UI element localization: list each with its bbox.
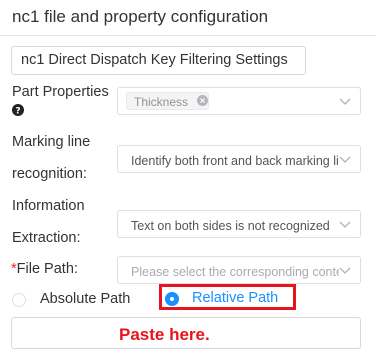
information-extraction-value: Text on both sides is not recognized <box>131 219 330 233</box>
marking-line-label-cont: recognition: <box>12 166 87 182</box>
file-path-label-text: File Path: <box>16 261 78 277</box>
file-path-placeholder: Please select the corresponding content <box>131 265 339 279</box>
thickness-tag: Thickness <box>126 92 209 110</box>
chevron-down-icon <box>339 221 351 228</box>
marking-line-value: Identify both front and back marking lin… <box>131 154 339 168</box>
part-properties-label: Part Properties <box>12 84 109 100</box>
marking-line-label: Marking line <box>12 134 91 150</box>
information-extraction-label-cont: Extraction: <box>12 230 81 246</box>
information-extraction-select[interactable]: Text on both sides is not recognized <box>117 210 361 238</box>
property-config-panel: nc1 file and property configuration nc1 … <box>0 0 376 357</box>
file-path-label: *File Path: <box>11 261 78 277</box>
absolute-path-radio[interactable] <box>12 293 26 307</box>
chevron-down-icon <box>339 98 351 105</box>
question-circle-icon[interactable]: ? <box>12 104 24 116</box>
config-name-input[interactable]: nc1 Direct Dispatch Key Filtering Settin… <box>11 46 306 75</box>
tag-label: Thickness <box>134 95 189 109</box>
paste-here-annotation: Paste here. <box>119 325 210 344</box>
panel-header: nc1 file and property configuration <box>0 0 376 36</box>
file-path-select[interactable]: Please select the corresponding content <box>117 256 361 284</box>
tag-close-icon[interactable] <box>197 95 208 106</box>
information-extraction-label: Information <box>12 198 85 214</box>
highlight-annotation-box <box>159 284 296 310</box>
absolute-path-label[interactable]: Absolute Path <box>40 291 130 307</box>
chevron-down-icon <box>339 267 351 274</box>
marking-line-select[interactable]: Identify both front and back marking lin… <box>117 145 361 173</box>
chevron-down-icon <box>339 156 351 163</box>
svg-text:?: ? <box>15 107 20 117</box>
panel-title: nc1 file and property configuration <box>12 7 269 26</box>
